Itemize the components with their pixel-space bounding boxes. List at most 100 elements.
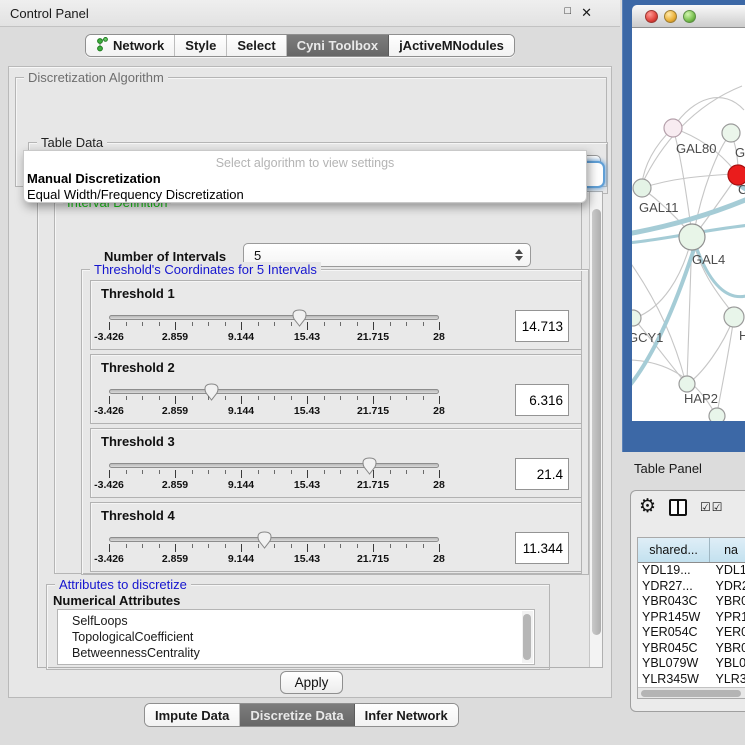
hap2-node[interactable] <box>679 376 695 392</box>
node-label: HAP2 <box>684 391 718 406</box>
table-cell[interactable]: YBR045C <box>638 641 711 657</box>
close-traffic-light-icon[interactable] <box>645 10 658 23</box>
panel-title: Control Panel <box>10 6 89 21</box>
right-mid-node[interactable] <box>724 307 744 327</box>
interval-definition-group: Interval Definition Number of Intervals … <box>54 202 582 574</box>
tick-mark <box>357 396 358 400</box>
dropdown-option-manual[interactable]: Manual Discretization <box>27 171 161 186</box>
tick-mark <box>159 470 160 474</box>
settings-scroll-panel: Interval Definition Number of Intervals … <box>37 191 603 668</box>
table-cell[interactable]: YBR043C <box>638 594 711 610</box>
scrollbar-thumb[interactable] <box>523 614 531 660</box>
zoom-traffic-light-icon[interactable] <box>683 10 696 23</box>
numerical-attributes-list[interactable]: SelfLoopsTopologicalCoefficientBetweenne… <box>57 609 535 665</box>
bottom-tabbar: Impute Data Discretize Data Infer Networ… <box>144 703 459 727</box>
table-cell[interactable]: YER0 <box>711 625 745 641</box>
gal4-node[interactable] <box>679 224 705 250</box>
tick-mark <box>126 544 127 548</box>
table-row[interactable]: YDR27...YDR2 <box>638 579 745 595</box>
table-row[interactable]: YPR145WYPR1 <box>638 610 745 626</box>
table-cell[interactable]: YDL1 <box>711 563 745 579</box>
threshold-1-value-input[interactable] <box>515 310 569 342</box>
list-item[interactable]: BetweennessCentrality <box>72 645 534 661</box>
minimize-traffic-light-icon[interactable] <box>664 10 677 23</box>
slider-scale-labels: -3.4262.8599.14415.4321.71528 <box>109 405 439 417</box>
scrollbar-thumb[interactable] <box>641 690 741 697</box>
float-window-icon[interactable]: □ <box>564 5 571 21</box>
dropdown-option-equal-width[interactable]: Equal Width/Frequency Discretization <box>27 187 244 202</box>
list-scrollbar[interactable] <box>522 611 533 663</box>
tab-label: Select <box>237 38 275 53</box>
tick-mark <box>373 396 374 404</box>
table-horizontal-scrollbar[interactable] <box>638 687 745 698</box>
tab-label: jActiveMNodules <box>399 38 504 53</box>
group-label: Table Data <box>37 135 107 150</box>
list-item[interactable]: SelfLoops <box>72 613 534 629</box>
gcy1-node[interactable] <box>632 310 641 326</box>
select-columns-checkboxes-icon[interactable]: ☑☑ <box>700 500 724 514</box>
tick-mark <box>423 470 424 474</box>
tick-mark <box>307 322 308 330</box>
tick-mark <box>357 470 358 474</box>
threshold-2-value-input[interactable] <box>515 384 569 416</box>
threshold-2-slider[interactable] <box>109 389 439 394</box>
tick-mark <box>340 396 341 400</box>
threshold-4-slider[interactable] <box>109 537 439 542</box>
list-item[interactable]: TopologicalCoefficient <box>72 629 534 645</box>
table-cell[interactable]: YBR0 <box>711 641 745 657</box>
tick-label: -3.426 <box>94 331 124 343</box>
slider-scale-labels: -3.4262.8599.14415.4321.71528 <box>109 553 439 565</box>
tab-infer-network[interactable]: Infer Network <box>355 704 458 726</box>
top-right-node[interactable] <box>722 124 740 142</box>
table-row[interactable]: YER054CYER0 <box>638 625 745 641</box>
gal11-node[interactable] <box>633 179 651 197</box>
panel-scrollbar[interactable] <box>589 192 602 667</box>
tab-network[interactable]: Network <box>86 35 175 56</box>
threshold-3-slider[interactable] <box>109 463 439 468</box>
table-cell[interactable]: YPR1 <box>711 610 745 626</box>
tab-select[interactable]: Select <box>227 35 286 56</box>
scrollbar-thumb[interactable] <box>592 209 601 635</box>
table-cell[interactable]: YER054C <box>638 625 711 641</box>
tab-discretize-data[interactable]: Discretize Data <box>240 704 354 726</box>
close-icon[interactable]: ✕ <box>581 5 592 21</box>
tab-impute-data[interactable]: Impute Data <box>145 704 240 726</box>
gal80-node[interactable] <box>664 119 682 137</box>
table-cell[interactable]: YDR27... <box>638 579 711 595</box>
column-header-shared-name[interactable]: shared... <box>638 538 710 562</box>
table-cell[interactable]: YBR0 <box>711 594 745 610</box>
gear-icon[interactable]: ⚙ <box>639 497 656 517</box>
table-cell[interactable]: YLR3 <box>711 672 745 688</box>
tab-cyni-toolbox[interactable]: Cyni Toolbox <box>287 35 389 56</box>
tab-jactivemnodules[interactable]: jActiveMNodules <box>389 35 514 56</box>
threshold-4-value-input[interactable] <box>515 532 569 564</box>
table-cell[interactable]: YDL19... <box>638 563 711 579</box>
network-window-titlebar[interactable] <box>632 5 745 28</box>
table-row[interactable]: YBR045CYBR0 <box>638 641 745 657</box>
dropdown-placeholder-option[interactable]: Select algorithm to view settings <box>24 156 586 170</box>
table-row[interactable]: YBL079WYBL0 <box>638 656 745 672</box>
column-layout-icon[interactable] <box>669 499 687 516</box>
column-header-name[interactable]: na <box>710 538 745 562</box>
table-cell[interactable]: YBL0 <box>711 656 745 672</box>
tab-style[interactable]: Style <box>175 35 227 56</box>
tick-mark <box>406 396 407 400</box>
tick-mark <box>192 396 193 400</box>
tick-mark <box>291 544 292 548</box>
tick-mark <box>225 544 226 548</box>
threshold-panel-3: Threshold 3 -3.4262.8599.14415.4321.7152… <box>90 428 582 498</box>
threshold-1-slider[interactable] <box>109 315 439 320</box>
threshold-3-value-input[interactable] <box>515 458 569 490</box>
group-label: Attributes to discretize <box>55 577 191 592</box>
table-cell[interactable]: YPR145W <box>638 610 711 626</box>
network-canvas[interactable]: GAL80GAGAL11CGAL4GCY1HHAP2 <box>632 28 745 421</box>
bottom-node[interactable] <box>709 408 725 421</box>
table-cell[interactable]: YDR2 <box>711 579 745 595</box>
table-row[interactable]: YLR345WYLR3 <box>638 672 745 688</box>
table-cell[interactable]: YBL079W <box>638 656 711 672</box>
table-cell[interactable]: YLR345W <box>638 672 711 688</box>
table-row[interactable]: YDL19...YDL1 <box>638 563 745 579</box>
tick-mark <box>142 470 143 474</box>
apply-button[interactable]: Apply <box>280 671 343 694</box>
table-row[interactable]: YBR043CYBR0 <box>638 594 745 610</box>
